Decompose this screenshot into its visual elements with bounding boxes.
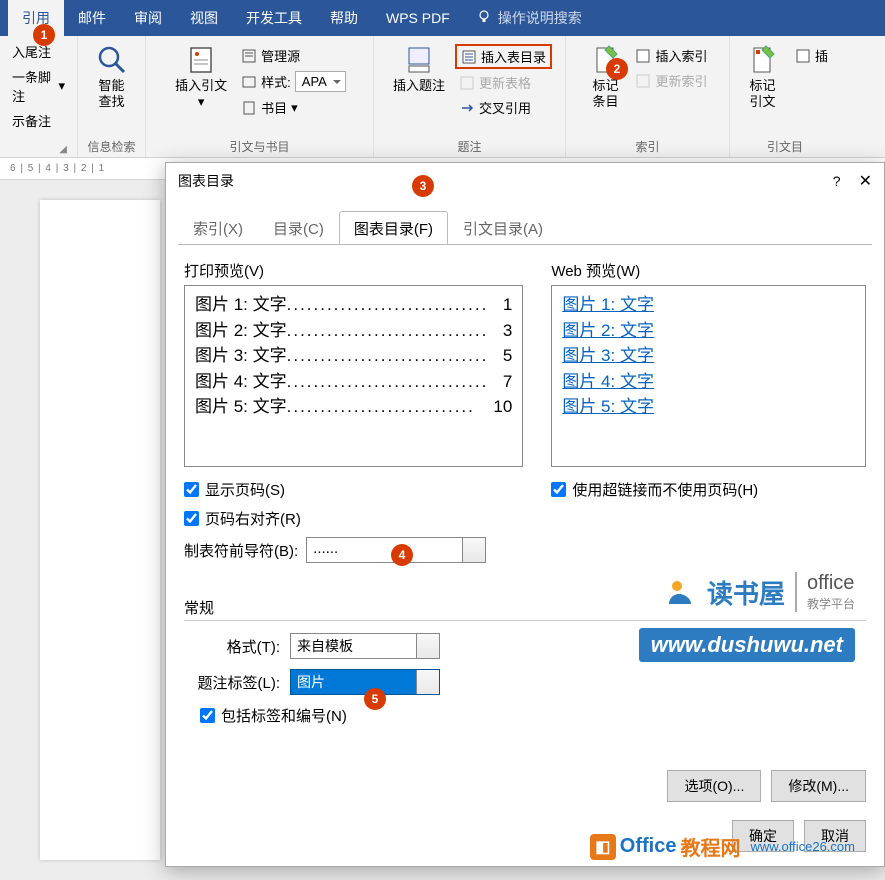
update-table-button: 更新表格: [455, 71, 535, 94]
tab-toa[interactable]: 引文目录(A): [448, 211, 558, 245]
update-index-icon: [635, 73, 651, 89]
badge-4: 4: [391, 544, 413, 566]
table-of-figures-dialog: 图表目录 ? ✕ 索引(X) 目录(C) 图表目录(F) 引文目录(A) 打印预…: [165, 162, 885, 867]
format-select[interactable]: 来自模板: [290, 633, 440, 659]
next-footnote-button[interactable]: 一条脚注 ▾: [8, 65, 69, 107]
style-dropdown[interactable]: APA: [295, 71, 346, 92]
web-link-2[interactable]: 图片 2: 文字: [562, 318, 855, 344]
right-align-checkbox[interactable]: 页码右对齐(R): [184, 508, 523, 529]
format-label: 格式(T):: [184, 636, 280, 657]
group-title-toa: 引文目: [767, 138, 803, 155]
show-notes-button[interactable]: 示备注: [8, 109, 55, 132]
badge-1: 1: [33, 24, 55, 46]
dialog-tabs: 索引(X) 目录(C) 图表目录(F) 引文目录(A): [166, 199, 884, 245]
index-icon: [635, 48, 651, 64]
group-title-captions: 题注: [457, 138, 481, 155]
tab-mailings[interactable]: 邮件: [64, 0, 120, 36]
insert-table-of-figures-button[interactable]: 插入表目录: [455, 44, 552, 69]
bibliography-button[interactable]: 书目 ▾: [237, 96, 302, 119]
print-preview-label: 打印预览(V): [184, 260, 523, 281]
close-button[interactable]: ✕: [859, 171, 872, 191]
web-preview-label: Web 预览(W): [551, 260, 866, 281]
update-index-button: 更新索引: [631, 69, 711, 92]
web-link-3[interactable]: 图片 3: 文字: [562, 343, 855, 369]
watermark-url: www.dushuwu.net: [639, 628, 855, 662]
tab-index[interactable]: 索引(X): [178, 211, 258, 245]
group-citations: 插入引文▾ 管理源 样式: APA 书目 ▾ 引文与书目: [146, 36, 374, 157]
web-preview-box: 图片 1: 文字 图片 2: 文字 图片 3: 文字 图片 4: 文字 图片 5…: [551, 285, 866, 467]
insert-toa-button[interactable]: 插: [791, 44, 832, 67]
crossref-icon: [459, 100, 475, 116]
toa-icon: [795, 48, 811, 64]
group-captions: 插入题注 插入表目录 更新表格 交叉引用 题注: [374, 36, 566, 157]
page: [40, 200, 160, 860]
style-icon: [241, 74, 257, 90]
group-title-index: 索引: [635, 138, 659, 155]
web-link-4[interactable]: 图片 4: 文字: [562, 369, 855, 395]
options-button[interactable]: 选项(O)...: [667, 770, 761, 802]
smart-lookup-button[interactable]: 智能 查找: [90, 40, 134, 113]
include-label-checkbox[interactable]: 包括标签和编号(N): [200, 705, 347, 726]
sources-icon: [241, 48, 257, 64]
group-toa: 标记引文 插 引文目: [730, 36, 840, 157]
tof-icon: [461, 49, 477, 65]
caption-label-label: 题注标签(L):: [184, 672, 280, 693]
ribbon-tabs: 引用 邮件 审阅 视图 开发工具 帮助 WPS PDF 操作说明搜索: [0, 0, 885, 36]
mark-citation-icon: [746, 44, 778, 76]
bibliography-icon: [241, 100, 257, 116]
caption-icon: [403, 44, 435, 76]
insert-citation-button[interactable]: 插入引文▾: [169, 40, 233, 119]
style-select[interactable]: 样式: APA: [237, 69, 350, 94]
ribbon-body: 入尾注 一条脚注 ▾ 示备注 ◢ 智能 查找 信息检索 插入引文▾ 管理源: [0, 36, 885, 158]
tab-leader-label: 制表符前导符(B):: [184, 540, 298, 561]
mark-citation-button[interactable]: 标记引文: [738, 40, 787, 113]
office-logo-icon: ◧: [590, 834, 616, 860]
dialog-title: 图表目录: [178, 171, 234, 191]
print-preview-box: 图片 1: 文字..............................1 …: [184, 285, 523, 467]
tab-review[interactable]: 审阅: [120, 0, 176, 36]
footnotes-dialog-launcher[interactable]: ◢: [59, 144, 67, 155]
group-index: 标记 条目 插入索引 更新索引 索引: [566, 36, 730, 157]
badge-5: 5: [364, 688, 386, 710]
caption-label-select[interactable]: 图片: [290, 669, 440, 695]
manage-sources-button[interactable]: 管理源: [237, 44, 304, 67]
lightbulb-icon: [476, 9, 492, 28]
cross-reference-button[interactable]: 交叉引用: [455, 96, 535, 119]
group-title-research: 信息检索: [87, 138, 135, 155]
tab-help[interactable]: 帮助: [316, 0, 372, 36]
insert-index-button[interactable]: 插入索引: [631, 44, 711, 67]
watermark-office-cn: ◧ Office教程网 www.office26.com: [590, 832, 855, 861]
tab-wps-pdf[interactable]: WPS PDF: [372, 2, 464, 34]
show-page-numbers-checkbox[interactable]: 显示页码(S): [184, 479, 523, 500]
group-research: 智能 查找 信息检索: [78, 36, 146, 157]
group-footnotes: 入尾注 一条脚注 ▾ 示备注 ◢: [0, 36, 78, 157]
group-title-citations: 引文与书目: [229, 138, 289, 155]
tab-table-of-figures[interactable]: 图表目录(F): [339, 211, 448, 245]
person-icon: [665, 576, 697, 608]
modify-button[interactable]: 修改(M)...: [771, 770, 866, 802]
use-hyperlinks-checkbox[interactable]: 使用超链接而不使用页码(H): [551, 479, 866, 500]
tell-me-search[interactable]: 操作说明搜索: [498, 8, 582, 28]
badge-3: 3: [412, 175, 434, 197]
watermark-dushuwu-logo: 读书屋 office教学平台: [665, 572, 855, 612]
insert-caption-button[interactable]: 插入题注: [387, 40, 451, 119]
web-link-5[interactable]: 图片 5: 文字: [562, 394, 855, 420]
magnifier-icon: [96, 44, 128, 76]
dialog-titlebar: 图表目录 ? ✕: [166, 163, 884, 199]
help-button[interactable]: ?: [833, 173, 841, 189]
update-icon: [459, 75, 475, 91]
web-link-1[interactable]: 图片 1: 文字: [562, 292, 855, 318]
tab-view[interactable]: 视图: [176, 0, 232, 36]
badge-2: 2: [606, 58, 628, 80]
tab-developer[interactable]: 开发工具: [232, 0, 316, 36]
tab-toc[interactable]: 目录(C): [258, 211, 339, 245]
citation-icon: [185, 44, 217, 76]
